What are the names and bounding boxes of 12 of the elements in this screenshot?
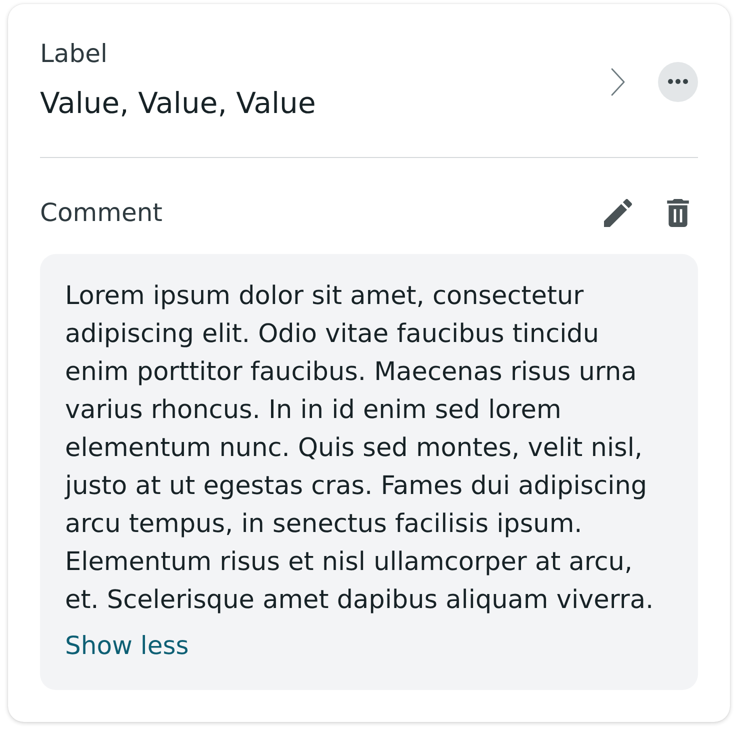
field-value: Value, Value, Value: [40, 85, 316, 121]
pencil-icon: [604, 199, 632, 227]
ellipsis-icon: [668, 79, 688, 84]
comment-text: Lorem ipsum dolor sit amet, consectetur adipiscing elit. Odio vitae faucibus tincidu enim porttitor faucibus. Maecenas risus urna varius rhoncus. In in id enim sed lorem elementum nunc. Quis sed montes, velit nisl, justo at ut egestas cras. Fames dui adipiscing arcu tempus, in senectus facilisis ipsum. Elementum risus et nisl ullamcorper at arcu, et. Scelerisque amet dapibus aliquam viverra.: [65, 280, 655, 617]
edit-button[interactable]: [604, 199, 632, 227]
trash-icon: [667, 199, 689, 227]
show-less-link[interactable]: Show less: [65, 630, 189, 662]
more-button[interactable]: [658, 62, 698, 102]
delete-button[interactable]: [667, 199, 689, 227]
comment-label: Comment: [40, 197, 162, 229]
field-label: Label: [40, 38, 108, 70]
chevron-right-icon[interactable]: [610, 66, 626, 96]
